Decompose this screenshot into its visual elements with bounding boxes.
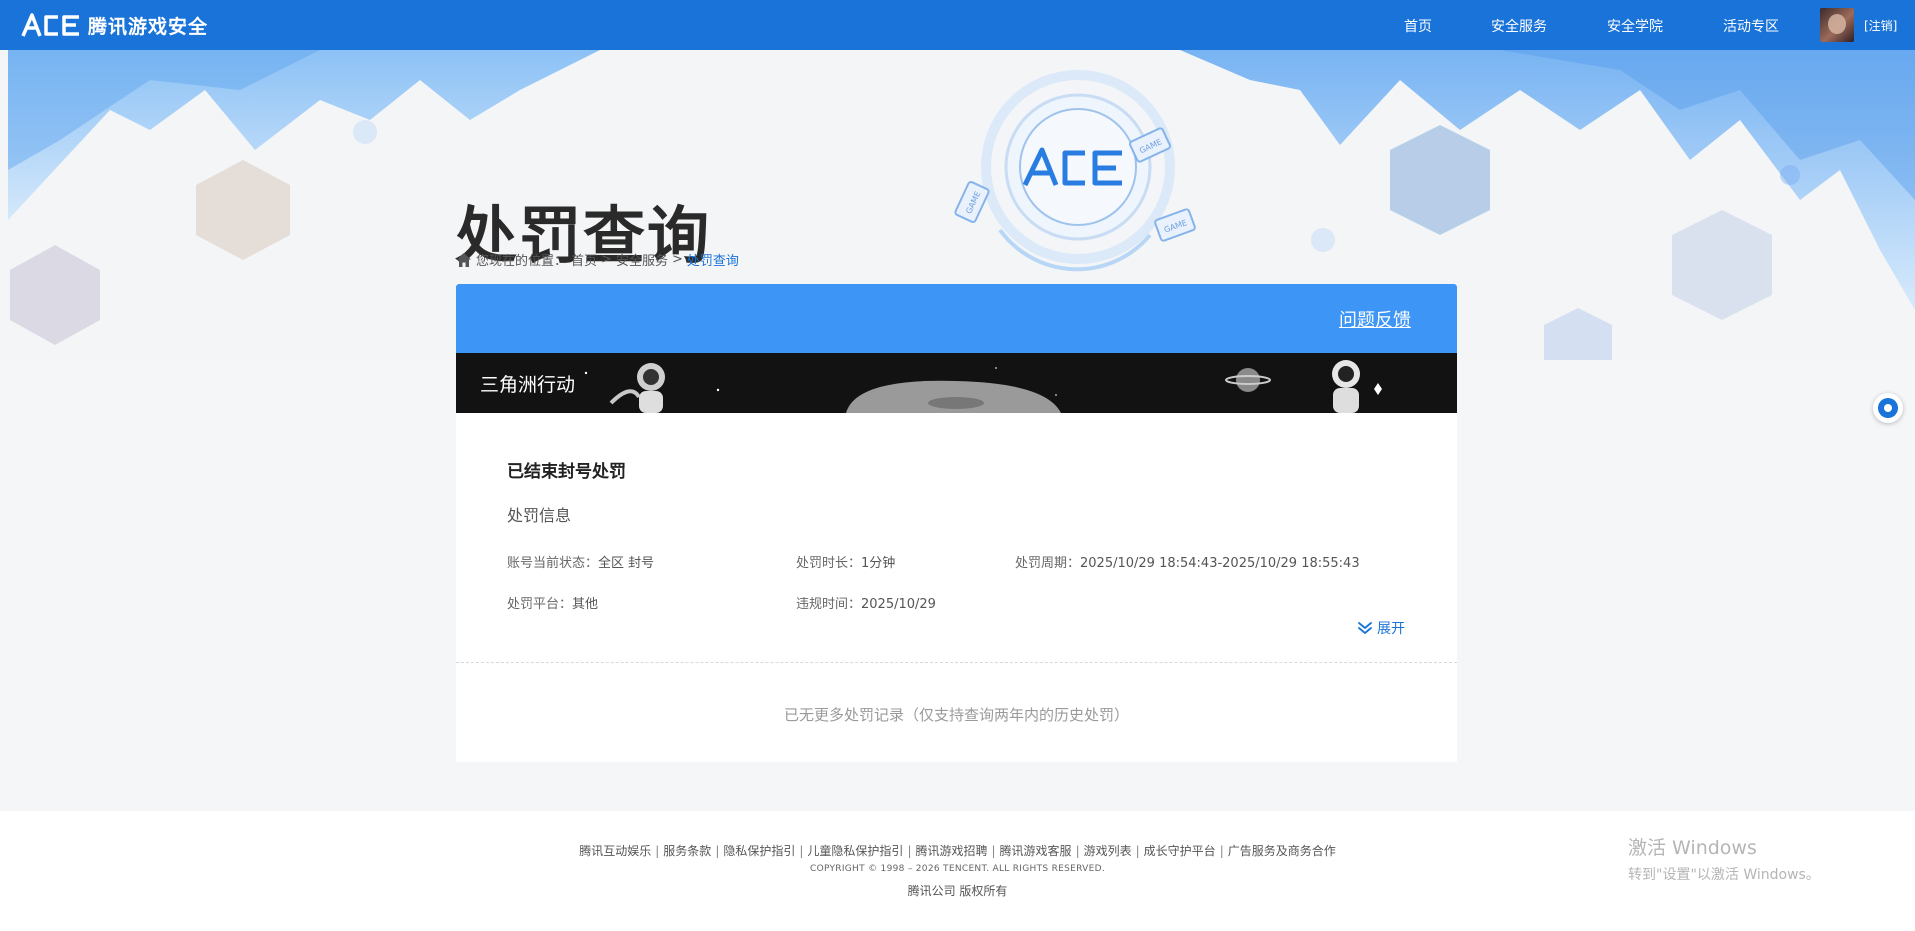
field-value: 2025/10/29	[861, 597, 936, 612]
windows-activation-watermark: 激活 Windows 转到"设置"以激活 Windows。	[1628, 833, 1820, 884]
footer-link-game-list[interactable]: 游戏列表	[1084, 844, 1132, 858]
card-header: 问题反馈	[456, 284, 1457, 353]
nav-security-services[interactable]: 安全服务	[1491, 16, 1547, 36]
footer-separator: |	[1135, 844, 1140, 858]
divider	[456, 662, 1457, 663]
field-label: 账号当前状态：	[507, 556, 599, 571]
home-icon	[457, 252, 471, 267]
breadcrumb-item-current: 处罚查询	[686, 254, 739, 269]
field-label: 违规时间：	[796, 597, 862, 612]
site-logo[interactable]: 腾讯游戏安全	[20, 10, 208, 40]
record-section-label: 处罚信息	[507, 506, 572, 525]
nav-home[interactable]: 首页	[1404, 16, 1432, 36]
site-logo-text: 腾讯游戏安全	[88, 15, 209, 38]
logout-link[interactable]: [注销]	[1864, 17, 1897, 34]
feedback-link[interactable]: 问题反馈	[1339, 306, 1411, 332]
watermark-line1: 激活 Windows	[1628, 837, 1757, 859]
footer-separator: |	[907, 844, 912, 858]
double-chevron-down-icon	[1358, 622, 1372, 634]
footer-separator: |	[799, 844, 804, 858]
footer-link-careers[interactable]: 腾讯游戏招聘	[915, 844, 987, 858]
footer-link-support[interactable]: 腾讯游戏客服	[1000, 844, 1072, 858]
user-avatar[interactable]	[1820, 8, 1854, 42]
field-period: 处罚周期：2025/10/29 18:54:43-2025/10/29 18:5…	[1015, 552, 1360, 571]
no-more-records-text: 已无更多处罚记录（仅支持查询两年内的历史处罚）	[783, 706, 1129, 724]
breadcrumb-separator: >	[601, 252, 612, 267]
field-value: 2025/10/29 18:54:43-2025/10/29 18:55:43	[1080, 556, 1360, 571]
company-text: 腾讯公司 版权所有	[907, 884, 1008, 898]
penalty-card: 问题反馈 三角洲行动 已结束封号处罚 处罚信息 账号当前状态：全区 封号 处罚时…	[456, 284, 1457, 762]
footer-separator: |	[1075, 844, 1080, 858]
footer-separator: |	[991, 844, 996, 858]
field-violation-time: 违规时间：2025/10/29	[796, 593, 936, 612]
game-banner-art	[456, 353, 1457, 413]
expand-label: 展开	[1377, 621, 1405, 637]
field-value: 1分钟	[861, 556, 896, 571]
footer-separator: |	[715, 844, 720, 858]
field-value: 全区 封号	[598, 556, 655, 571]
ace-logo-icon	[21, 13, 79, 37]
top-nav-bar: 腾讯游戏安全 首页 安全服务 安全学院 活动专区 [注销]	[0, 0, 1915, 50]
field-value: 其他	[572, 597, 599, 612]
chat-bubble-icon	[1878, 398, 1898, 418]
field-account-status: 账号当前状态：全区 封号	[507, 552, 654, 571]
field-duration: 处罚时长：1分钟	[796, 552, 895, 571]
field-label: 处罚时长：	[796, 556, 862, 571]
breadcrumb-separator: >	[671, 252, 683, 267]
footer-link-child-privacy[interactable]: 儿童隐私保护指引	[807, 844, 903, 858]
game-name: 三角洲行动	[480, 374, 576, 396]
footer-link-privacy[interactable]: 隐私保护指引	[723, 844, 795, 858]
field-label: 处罚平台：	[507, 597, 573, 612]
footer-link-business[interactable]: 广告服务及商务合作	[1228, 844, 1336, 858]
nav-events[interactable]: 活动专区	[1723, 16, 1779, 36]
footer-link-tencent-ieg[interactable]: 腾讯互动娱乐	[579, 844, 651, 858]
breadcrumb: 您现在的位置： 首页 > 安全服务 > 处罚查询	[456, 250, 739, 269]
breadcrumb-prefix: 您现在的位置：	[476, 254, 568, 269]
floating-chat-button[interactable]	[1873, 393, 1903, 423]
footer-link-growth-guard[interactable]: 成长守护平台	[1144, 844, 1216, 858]
footer-link-terms[interactable]: 服务条款	[663, 844, 711, 858]
field-label: 处罚周期：	[1015, 556, 1081, 571]
breadcrumb-item-security-services[interactable]: 安全服务	[616, 250, 668, 269]
record-title: 已结束封号处罚	[507, 462, 626, 482]
field-platform: 处罚平台：其他	[507, 593, 598, 612]
footer-separator: |	[1219, 844, 1224, 858]
footer-separator: |	[655, 844, 660, 858]
nav-security-academy[interactable]: 安全学院	[1607, 16, 1663, 36]
breadcrumb-item-home[interactable]: 首页	[571, 250, 597, 269]
expand-button[interactable]: 展开	[1357, 618, 1405, 638]
watermark-line2: 转到"设置"以激活 Windows。	[1628, 867, 1820, 883]
game-banner: 三角洲行动	[456, 353, 1457, 413]
